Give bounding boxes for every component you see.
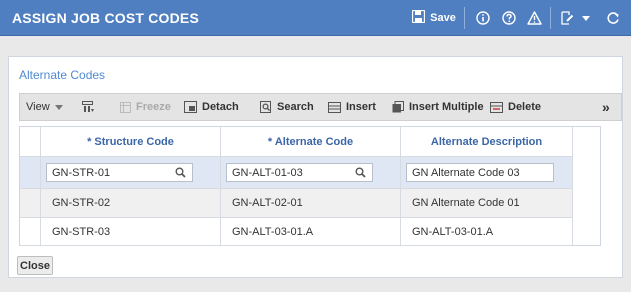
table-cell[interactable]: GN-ALT-02-01 [221,189,401,218]
grid-toolbar: View Freeze Detach Search Insert Insert … [19,93,622,121]
toolbar-overflow-button[interactable]: » [602,94,610,120]
table-cell[interactable]: GN-ALT-03-01.A [401,218,573,246]
refresh-icon[interactable] [604,0,622,36]
insert-multiple-icon [392,101,404,113]
search-label: Search [277,101,314,113]
freeze-button[interactable]: Freeze [120,94,171,120]
column-header-structure-code[interactable]: * Structure Code [41,127,221,157]
help-icon[interactable] [500,0,518,36]
separator [464,7,465,29]
row-selector-header [20,127,41,157]
structure-code-input[interactable]: GN-STR-01 [46,163,193,182]
insert-multiple-label: Insert Multiple [409,101,484,113]
table-cell[interactable]: GN-STR-02 [41,189,221,218]
insert-button[interactable]: Insert [328,94,376,120]
table-cell: GN Alternate Code 03 [401,157,573,189]
delete-icon [490,101,503,113]
info-icon[interactable] [474,0,492,36]
delete-label: Delete [508,101,542,113]
row-selector[interactable] [20,157,41,189]
chevron-down-icon [54,104,63,110]
freeze-icon [120,101,131,113]
save-label: Save [430,12,456,24]
search-button[interactable]: Search [260,94,314,120]
separator [550,7,551,29]
columns-icon [82,101,94,112]
table-cell[interactable]: GN Alternate Code 01 [401,189,573,218]
insert-label: Insert [346,101,376,113]
columns-button[interactable] [82,94,95,120]
detach-button[interactable]: Detach [184,94,239,120]
save-button[interactable]: Save [411,0,456,36]
search-icon[interactable] [175,167,186,178]
column-header-alternate-description[interactable]: Alternate Description [401,127,573,157]
view-menu[interactable]: View [26,94,63,120]
column-header-alternate-code[interactable]: * Alternate Code [221,127,401,157]
freeze-label: Freeze [136,101,171,113]
table-cell: GN-ALT-01-03 [221,157,401,189]
close-button[interactable]: Close [17,256,53,275]
warning-icon[interactable] [525,0,543,36]
row-selector[interactable] [20,189,41,218]
title-bar: ASSIGN JOB COST CODES Save [0,0,631,36]
insert-multiple-button[interactable]: Insert Multiple [392,94,484,120]
alternate-description-value: GN Alternate Code 03 [412,166,520,179]
search-icon[interactable] [355,167,366,178]
view-label: View [26,101,50,113]
alternate-code-value: GN-ALT-01-03 [232,166,303,179]
edit-icon[interactable] [558,0,576,36]
detach-icon [184,101,197,113]
search-icon [260,101,271,113]
table-cell[interactable]: GN-STR-03 [41,218,221,246]
alternate-codes-panel: Alternate Codes View Freeze Detach Searc… [8,56,623,278]
save-icon [411,9,426,26]
alternate-code-input[interactable]: GN-ALT-01-03 [226,163,373,182]
detach-label: Detach [202,101,239,113]
structure-code-value: GN-STR-01 [52,166,111,179]
page-title: ASSIGN JOB COST CODES [12,10,200,26]
delete-button[interactable]: Delete [490,94,541,120]
insert-icon [328,101,341,113]
table-cell: GN-STR-01 [41,157,221,189]
chevron-down-icon[interactable] [580,0,592,36]
alternate-codes-grid: * Structure Code * Alternate Code Altern… [19,126,601,246]
panel-title: Alternate Codes [19,68,106,82]
alternate-description-input[interactable]: GN Alternate Code 03 [406,163,554,182]
table-cell[interactable]: GN-ALT-03-01.A [221,218,401,246]
row-selector[interactable] [20,218,41,246]
